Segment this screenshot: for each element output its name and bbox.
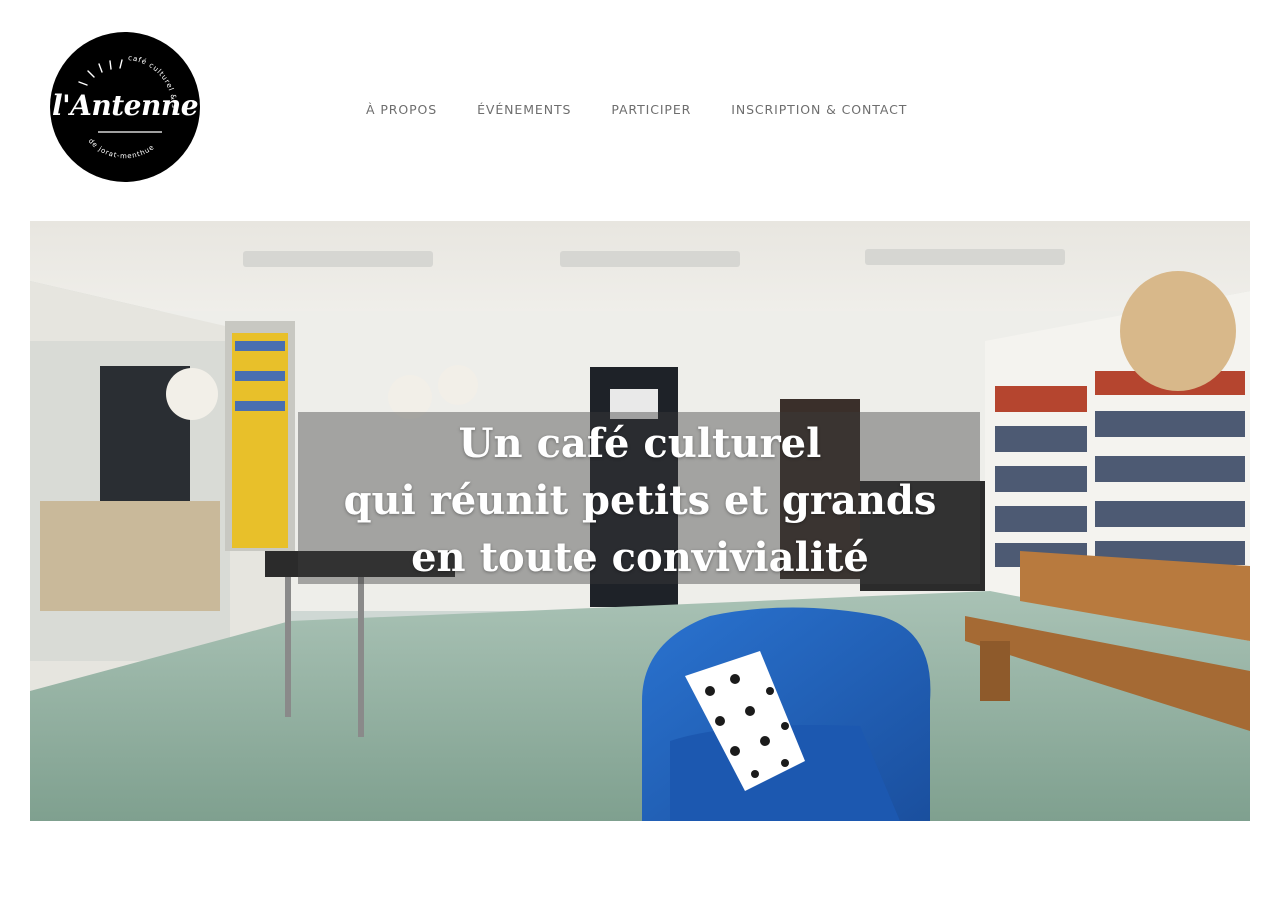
svg-text:de jorat-menthue: de jorat-menthue [87, 137, 156, 160]
hero-headline: Un café culturel qui réunit petits et gr… [30, 415, 1250, 586]
nav-item-participer[interactable]: PARTICIPER [611, 102, 691, 117]
sun-rays-icon [78, 59, 123, 86]
site-logo[interactable]: café culturel & social de jorat-menthue … [50, 32, 200, 182]
hero-line-2: qui réunit petits et grands [343, 477, 937, 524]
nav-item-a-propos[interactable]: À PROPOS [366, 102, 437, 117]
hero-image: Un café culturel qui réunit petits et gr… [30, 221, 1250, 821]
logo-name: l'Antenne [51, 89, 199, 122]
hero-line-1: Un café culturel [458, 420, 822, 467]
logo-arc-bottom: de jorat-menthue [87, 137, 156, 160]
nav-item-evenements[interactable]: ÉVÉNEMENTS [477, 102, 571, 117]
nav-item-inscription-contact[interactable]: INSCRIPTION & CONTACT [731, 102, 907, 117]
hero-line-3: en toute convivialité [411, 534, 869, 581]
main-nav: À PROPOS ÉVÉNEMENTS PARTICIPER INSCRIPTI… [366, 102, 907, 117]
